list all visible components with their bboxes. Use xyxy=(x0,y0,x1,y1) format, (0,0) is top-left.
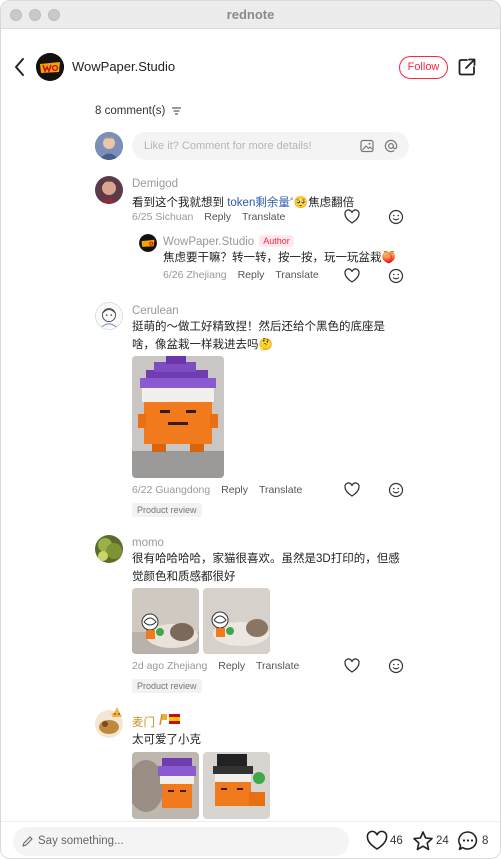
reply-text: 焦虑要干嘛？转一转，按一按，玩一玩盆栽🍑 xyxy=(163,249,403,267)
mention-icon[interactable] xyxy=(384,139,398,153)
emoji-react-icon[interactable] xyxy=(388,209,404,225)
like-heart-icon[interactable] xyxy=(344,209,360,225)
commenter-name[interactable]: Cerulean xyxy=(132,305,179,317)
reply-button[interactable]: Reply xyxy=(238,269,265,281)
comment-count-bottom: 8 xyxy=(482,835,489,847)
bottom-bar: Say something... 46 24 8 xyxy=(1,821,500,858)
comment-photo[interactable] xyxy=(132,752,199,819)
translate-button[interactable]: Translate xyxy=(275,269,318,281)
party-hat-icon xyxy=(112,707,122,717)
reply-author-name[interactable]: WowPaper.Studio Author xyxy=(163,235,294,248)
say-something-input[interactable]: Say something... xyxy=(13,827,349,856)
share-icon[interactable] xyxy=(457,57,477,77)
title-bar: rednote xyxy=(1,1,500,29)
comment-text: 太可爱了小克 xyxy=(132,734,201,746)
commenter-name[interactable]: 麦门 xyxy=(132,714,155,730)
account-name[interactable]: WowPaper.Studio xyxy=(72,59,175,74)
reply-button[interactable]: Reply xyxy=(204,211,231,223)
commenter-name[interactable]: Demigod xyxy=(132,178,178,190)
comment-text: 很有哈哈哈哈，家猫很喜欢。虽然是3D打印的，但感觉颜色和质感都很好 xyxy=(132,553,400,583)
planter-photo xyxy=(203,752,270,819)
comment-text-prefix: 看到这个我就想到 xyxy=(132,196,228,209)
comment-meta: 6/22 Guangdong Reply Translate xyxy=(132,484,302,496)
app-window: rednote WowPaper.Studio Follow 8 comment… xyxy=(0,0,501,859)
star-icon[interactable] xyxy=(412,830,434,852)
comment-count-label: 8 comment(s) xyxy=(95,105,166,117)
reply-author-label: WowPaper.Studio xyxy=(163,236,255,248)
wowpaper-logo-icon xyxy=(36,53,64,81)
comment-input-placeholder: Like it? Comment for more details! xyxy=(144,140,312,152)
emoji-react-icon[interactable] xyxy=(388,268,404,284)
author-avatar[interactable] xyxy=(139,234,157,252)
badge-flag-icon xyxy=(159,713,180,726)
like-heart-icon[interactable] xyxy=(344,268,360,284)
comment-text-suffix: 焦虑翻倍 xyxy=(308,196,355,209)
window-title: rednote xyxy=(226,7,275,22)
comment-photo[interactable] xyxy=(132,588,199,654)
product-review-tag[interactable]: Product review xyxy=(132,503,202,517)
commenter-avatar[interactable] xyxy=(95,535,123,563)
comment-meta: 6/25 Sichuan Reply Translate xyxy=(132,211,285,223)
planter-cat-photo xyxy=(132,752,199,819)
say-something-placeholder: Say something... xyxy=(38,835,124,847)
comment-input[interactable]: Like it? Comment for more details! xyxy=(132,132,409,160)
cat-photo xyxy=(203,588,270,654)
account-avatar[interactable] xyxy=(36,53,64,81)
comment-text: 挺萌的～做工好精致捏！然后还给个黑色的底座是啥，像盆栽一样栽进去吗🤔 xyxy=(132,318,404,354)
product-review-tag[interactable]: Product review xyxy=(132,679,202,693)
emoji: 🍑 xyxy=(381,252,396,264)
planter-photo xyxy=(132,356,224,478)
image-icon[interactable] xyxy=(360,139,374,153)
emoji-react-icon[interactable] xyxy=(388,482,404,498)
comment-photo[interactable] xyxy=(203,588,270,654)
reply-button[interactable]: Reply xyxy=(218,660,245,672)
reply-text-body: 焦虑要干嘛？转一转，按一按，玩一玩盆栽 xyxy=(163,252,382,264)
commenter-name[interactable]: momo xyxy=(132,537,164,549)
comment-count[interactable]: 8 comment(s) xyxy=(95,105,181,117)
emoji: 🥺 xyxy=(293,196,309,209)
comment-photo[interactable] xyxy=(203,752,270,819)
user-avatar-icon xyxy=(95,132,123,160)
post-header: WowPaper.Studio Follow xyxy=(1,29,500,105)
wowpaper-logo-icon xyxy=(139,234,157,252)
demigod-avatar-icon xyxy=(95,176,123,204)
translate-button[interactable]: Translate xyxy=(242,211,285,223)
translate-button[interactable]: Translate xyxy=(259,484,302,496)
back-arrow-icon[interactable] xyxy=(11,56,29,78)
comment-photo[interactable] xyxy=(132,356,224,478)
comment-date-location: 6/25 Sichuan xyxy=(132,211,194,223)
comment-bubble-icon[interactable] xyxy=(457,830,479,852)
like-heart-icon[interactable] xyxy=(344,658,360,674)
comment-date-location: 2d ago Zhejiang xyxy=(132,660,208,672)
follow-button[interactable]: Follow xyxy=(399,56,448,79)
collect-count: 24 xyxy=(436,835,449,847)
emoji-react-icon[interactable] xyxy=(388,658,404,674)
reply-date-location: 6/26 Zhejiang xyxy=(163,269,227,281)
current-user-avatar xyxy=(95,132,123,160)
comment-meta: 2d ago Zhejiang Reply Translate xyxy=(132,660,299,672)
like-heart-icon[interactable] xyxy=(344,482,360,498)
cat-photo xyxy=(132,588,199,654)
cerulean-avatar-icon xyxy=(96,303,122,329)
emoji: 🤔 xyxy=(258,339,273,351)
like-heart-icon[interactable] xyxy=(366,830,388,852)
reply-meta: 6/26 Zhejiang Reply Translate xyxy=(163,269,319,281)
sort-icon[interactable] xyxy=(171,107,181,115)
pencil-icon xyxy=(22,836,33,847)
commenter-avatar[interactable] xyxy=(95,176,123,204)
commenter-avatar[interactable] xyxy=(95,302,123,330)
author-badge: Author xyxy=(259,235,294,247)
momo-avatar-icon xyxy=(95,535,123,563)
comment-date-location: 6/22 Guangdong xyxy=(132,484,211,496)
like-count: 46 xyxy=(390,835,403,847)
translate-button[interactable]: Translate xyxy=(256,660,299,672)
reply-button[interactable]: Reply xyxy=(221,484,248,496)
search-keyword-link[interactable]: token剩余量 xyxy=(227,197,290,209)
